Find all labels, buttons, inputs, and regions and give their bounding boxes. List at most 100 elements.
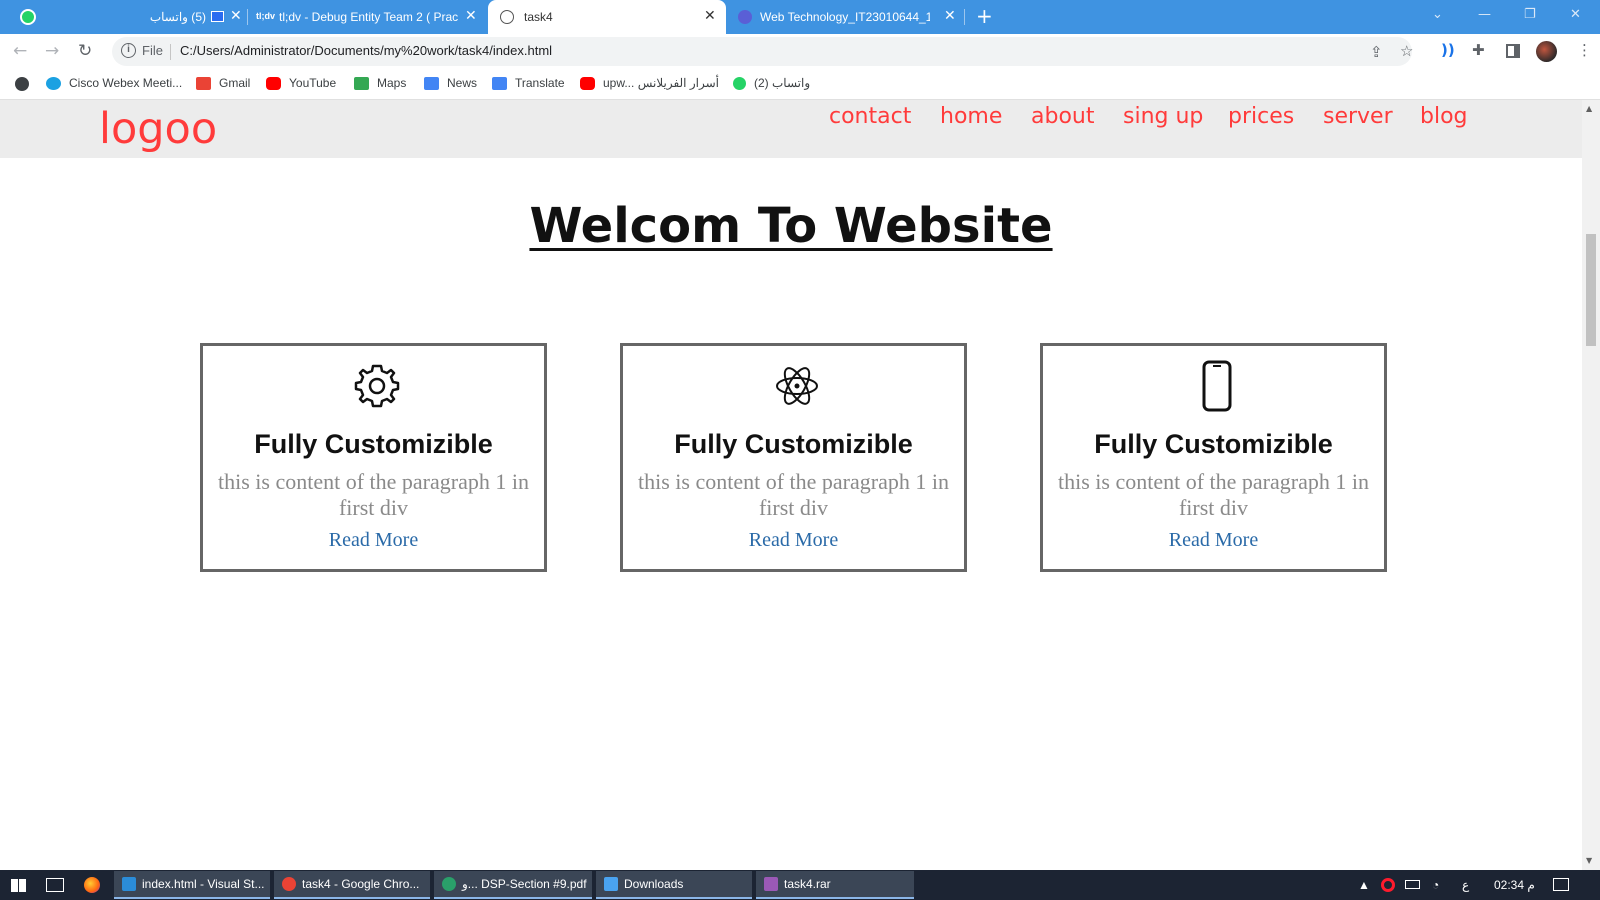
taskbar-item-chrome[interactable]: task4 - Google Chro... bbox=[274, 871, 430, 899]
bookmark-label: Gmail bbox=[219, 76, 251, 90]
gear-icon bbox=[354, 364, 400, 408]
nav-home[interactable]: home bbox=[940, 104, 1002, 129]
windows-start-icon[interactable] bbox=[11, 879, 26, 892]
bookmark-gmail[interactable]: Gmail bbox=[196, 76, 250, 90]
taskbar-item-downloads[interactable]: Downloads bbox=[596, 871, 752, 899]
back-icon[interactable]: ← bbox=[13, 42, 27, 60]
tab-task4[interactable]: task4 ✕ bbox=[488, 0, 726, 34]
taskbar-label: Downloads bbox=[624, 877, 684, 891]
notification-icon[interactable] bbox=[1553, 878, 1569, 891]
tab-separator bbox=[247, 9, 248, 25]
tab-title: (5) واتساب bbox=[149, 10, 206, 24]
chrome-icon bbox=[282, 877, 296, 891]
tab-close-button[interactable]: ✕ bbox=[944, 8, 956, 22]
card-text: this is content of the paragraph 1 in fi… bbox=[218, 469, 529, 520]
bookmark-star-icon[interactable]: ☆ bbox=[1400, 43, 1413, 59]
side-panel-icon[interactable] bbox=[1506, 44, 1520, 58]
tab-close-button[interactable]: ✕ bbox=[704, 8, 716, 22]
info-icon[interactable]: i bbox=[121, 43, 136, 58]
read-more-link[interactable]: Read More bbox=[203, 529, 544, 552]
share-icon[interactable]: ⇪ bbox=[1370, 44, 1383, 60]
tab-tldv[interactable]: tl;dv tl;dv - Debug Entity Team 2 ( Prac… bbox=[252, 0, 485, 34]
bookmark-youtube[interactable]: YouTube bbox=[266, 76, 336, 90]
read-more-link[interactable]: Read More bbox=[623, 529, 964, 552]
windows-taskbar: index.html - Visual St... task4 - Google… bbox=[0, 870, 1600, 900]
nav-blog[interactable]: blog bbox=[1420, 104, 1468, 129]
bookmark-label: upw... أسرار الفريلانس bbox=[603, 76, 719, 90]
extensions-puzzle-icon[interactable]: ✚ bbox=[1472, 42, 1485, 58]
firefox-icon[interactable] bbox=[84, 877, 100, 893]
address-bar[interactable]: i File C:/Users/Administrator/Documents/… bbox=[112, 37, 1413, 66]
wifi-icon[interactable]: ◔ bbox=[1432, 878, 1439, 892]
youtube-icon bbox=[580, 76, 595, 90]
site-logo[interactable]: logoo bbox=[99, 104, 217, 154]
menu-kebab-icon[interactable]: ⋮ bbox=[1577, 42, 1592, 58]
whatsapp-icon bbox=[733, 76, 746, 90]
tab-title: task4 bbox=[524, 10, 553, 24]
bookmark-webex[interactable]: Cisco Webex Meeti... bbox=[46, 76, 182, 90]
bookmark-label: YouTube bbox=[289, 76, 337, 90]
whatsapp-icon bbox=[20, 9, 36, 25]
tab-web-technology[interactable]: Web Technology_IT23010644_10 ✕ bbox=[730, 0, 965, 34]
nav-about[interactable]: about bbox=[1031, 104, 1094, 129]
forward-icon[interactable]: → bbox=[45, 42, 59, 60]
gmail-icon bbox=[196, 76, 211, 90]
tray-overflow-icon[interactable]: ▲ bbox=[1358, 878, 1370, 892]
card-title: Fully Customizible bbox=[254, 429, 493, 459]
input-language[interactable]: ع bbox=[1462, 878, 1469, 892]
atom-icon bbox=[776, 367, 818, 405]
taskbar-label: index.html - Visual St... bbox=[142, 877, 265, 891]
feature-card: Fully Customizible this is content of th… bbox=[1040, 343, 1387, 572]
bookmark-whatsapp[interactable]: (2) واتساب bbox=[733, 76, 810, 90]
bookmark-translate[interactable]: Translate bbox=[492, 76, 565, 90]
tab-title: Web Technology_IT23010644_10 bbox=[760, 10, 930, 24]
nav-sign-up[interactable]: sing up bbox=[1123, 104, 1203, 129]
bookmark-news[interactable]: News bbox=[424, 76, 477, 90]
taskbar-item-vscode[interactable]: index.html - Visual St... bbox=[114, 871, 270, 899]
new-tab-button[interactable]: + bbox=[976, 6, 993, 26]
tab-search-chevron-icon[interactable]: ⌄ bbox=[1432, 7, 1443, 22]
avatar[interactable] bbox=[1536, 41, 1557, 62]
minimize-icon[interactable]: — bbox=[1478, 7, 1491, 22]
tab-title: tl;dv - Debug Entity Team 2 ( Prac bbox=[279, 10, 459, 24]
close-window-icon[interactable]: ✕ bbox=[1570, 7, 1581, 22]
page-scrollbar[interactable]: ▲ ▼ bbox=[1582, 100, 1600, 870]
reload-icon[interactable]: ↻ bbox=[78, 42, 92, 60]
extension-wave-icon[interactable]: )) bbox=[1441, 42, 1455, 58]
nav-prices[interactable]: prices bbox=[1228, 104, 1294, 129]
tab-close-button[interactable]: ✕ bbox=[230, 8, 242, 22]
taskbar-item-pdf[interactable]: و... DSP-Section #9.pdf bbox=[434, 871, 592, 899]
hero-title-text: Welcom To Website bbox=[529, 198, 1053, 254]
scroll-thumb[interactable] bbox=[1586, 234, 1596, 346]
restore-icon[interactable]: ❐ bbox=[1524, 7, 1536, 22]
nav-contact[interactable]: contact bbox=[829, 104, 911, 129]
task-view-icon[interactable] bbox=[46, 878, 64, 892]
url-text[interactable]: C:/Users/Administrator/Documents/my%20wo… bbox=[180, 43, 552, 58]
scroll-down-icon[interactable]: ▼ bbox=[1586, 856, 1592, 865]
webex-icon bbox=[46, 76, 61, 90]
nav-server[interactable]: server bbox=[1323, 104, 1393, 129]
taskbar-label: و... DSP-Section #9.pdf bbox=[462, 877, 587, 891]
bookmark-freelance[interactable]: upw... أسرار الفريلانس bbox=[580, 76, 719, 90]
battery-icon[interactable] bbox=[1405, 880, 1420, 889]
taskbar-label: task4 - Google Chro... bbox=[302, 877, 420, 891]
screen: (5) واتساب ✕ tl;dv tl;dv - Debug Entity … bbox=[0, 0, 1600, 900]
scroll-up-icon[interactable]: ▲ bbox=[1586, 104, 1592, 113]
download-icon bbox=[604, 877, 618, 891]
bookmarks-bar: Cisco Webex Meeti... Gmail YouTube Maps … bbox=[0, 69, 1600, 100]
site-header: logoo contact home about sing up prices … bbox=[0, 100, 1582, 158]
edge-icon bbox=[442, 877, 456, 891]
apps-globe-icon[interactable] bbox=[15, 77, 29, 91]
read-more-link[interactable]: Read More bbox=[1043, 529, 1384, 552]
bookmark-maps[interactable]: Maps bbox=[354, 76, 406, 90]
clock[interactable]: 02:34 م bbox=[1494, 878, 1535, 892]
bookmark-label: Cisco Webex Meeti... bbox=[69, 76, 183, 90]
opera-icon[interactable] bbox=[1381, 878, 1395, 892]
tab-close-button[interactable]: ✕ bbox=[465, 8, 477, 22]
bookmark-label: Maps bbox=[377, 76, 407, 90]
phone-icon bbox=[1202, 360, 1232, 412]
card-text: this is content of the paragraph 1 in fi… bbox=[638, 469, 949, 520]
taskbar-item-rar[interactable]: task4.rar bbox=[756, 871, 914, 899]
archive-icon bbox=[764, 877, 778, 891]
tab-whatsapp[interactable]: (5) واتساب ✕ bbox=[8, 0, 243, 34]
